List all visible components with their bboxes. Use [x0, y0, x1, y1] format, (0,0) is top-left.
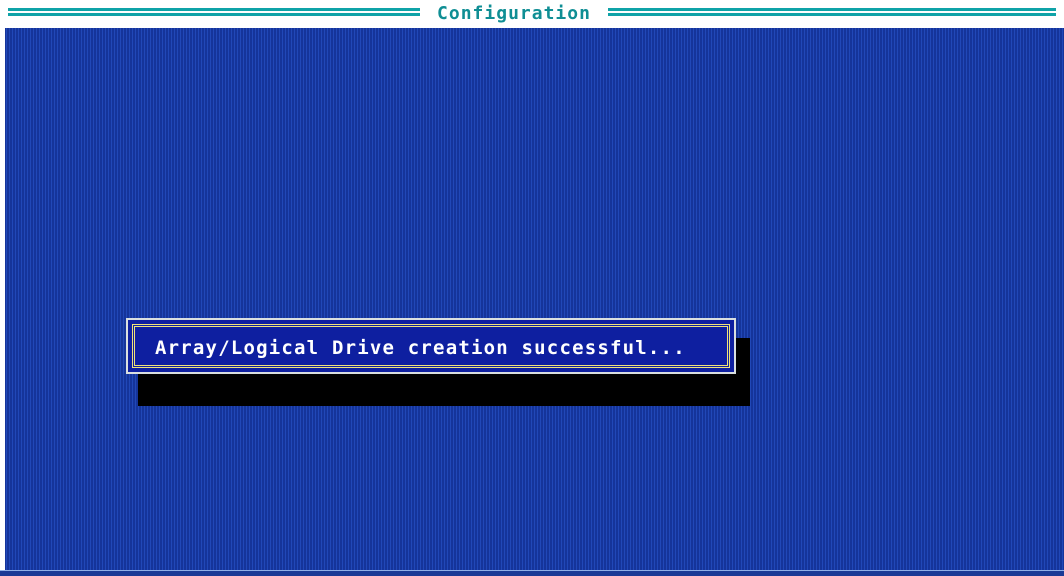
title-rule-right — [608, 8, 1056, 16]
page-title: Configuration — [437, 3, 591, 24]
title-rule-left — [8, 8, 420, 16]
status-bar — [0, 570, 1064, 576]
left-border — [0, 28, 5, 576]
dialog-frame: Array/Logical Drive creation successful.… — [132, 324, 730, 368]
status-dialog: Array/Logical Drive creation successful.… — [126, 318, 736, 374]
dialog-message: Array/Logical Drive creation successful.… — [155, 337, 686, 359]
bios-config-screen: Configuration Array/Logical Drive creati… — [0, 0, 1064, 576]
title-bar: Configuration — [0, 0, 1064, 28]
